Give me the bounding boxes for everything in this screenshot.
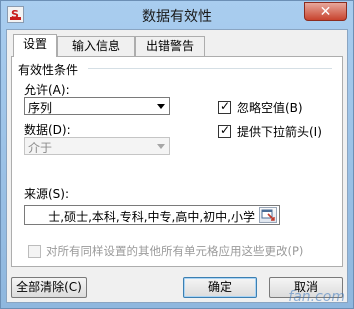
source-input[interactable]: 士,硕士,本科,专科,中专,高中,初中,小学 [24, 205, 280, 225]
clear-all-button[interactable]: 全部清除(C) [11, 277, 87, 298]
validation-criteria-group-title: 有效性条件 [18, 63, 79, 77]
data-select-value: 介于 [28, 141, 53, 155]
apply-to-all-label: 对所有同样设置的其他所有单元格应用这些更改(P) [46, 244, 304, 258]
source-label: 来源(S): [24, 187, 70, 201]
allow-select-value: 序列 [28, 101, 53, 115]
ignore-blank-checkbox[interactable]: ✓ [218, 99, 231, 114]
collapse-dialog-button[interactable] [259, 207, 277, 223]
data-select: 介于 [24, 137, 170, 155]
chevron-down-icon [157, 144, 165, 149]
chevron-down-icon [157, 104, 165, 109]
checkmark-icon: ✓ [220, 99, 231, 113]
tab-input-message[interactable]: 输入信息 [57, 36, 135, 56]
allow-select[interactable]: 序列 [24, 97, 170, 115]
ignore-blank-label: 忽略空值(B) [237, 101, 303, 115]
title-bar[interactable]: S 数据有效性 ✕ [1, 1, 353, 29]
dialog-body: 设置 输入信息 出错警告 有效性条件 允许(A): 序列 ✓ 忽略空值(B) ✓… [6, 29, 348, 303]
dialog-title: 数据有效性 [142, 9, 212, 25]
watermark: fan.com [288, 289, 345, 305]
group-divider [88, 68, 332, 69]
in-cell-dropdown-label: 提供下拉箭头(I) [237, 125, 322, 139]
source-input-value: 士,硕士,本科,专科,中专,高中,初中,小学 [48, 210, 255, 224]
range-select-icon [261, 209, 275, 221]
apply-to-all-checkbox [28, 245, 41, 258]
settings-panel: 有效性条件 允许(A): 序列 ✓ 忽略空值(B) ✓ 提供下拉箭头(I) 数据… [11, 56, 343, 267]
data-validation-dialog: S 数据有效性 ✕ 设置 输入信息 出错警告 有效性条件 允许(A): 序列 ✓… [0, 0, 354, 309]
tab-error-alert[interactable]: 出错警告 [135, 36, 205, 56]
in-cell-dropdown-checkbox[interactable]: ✓ [218, 123, 231, 138]
close-button[interactable]: ✕ [304, 2, 347, 21]
checkmark-icon: ✓ [220, 123, 231, 137]
allow-label: 允许(A): [24, 83, 70, 97]
data-label: 数据(D): [24, 123, 71, 137]
tab-settings[interactable]: 设置 [13, 34, 57, 57]
ok-button[interactable]: 确定 [183, 277, 257, 298]
